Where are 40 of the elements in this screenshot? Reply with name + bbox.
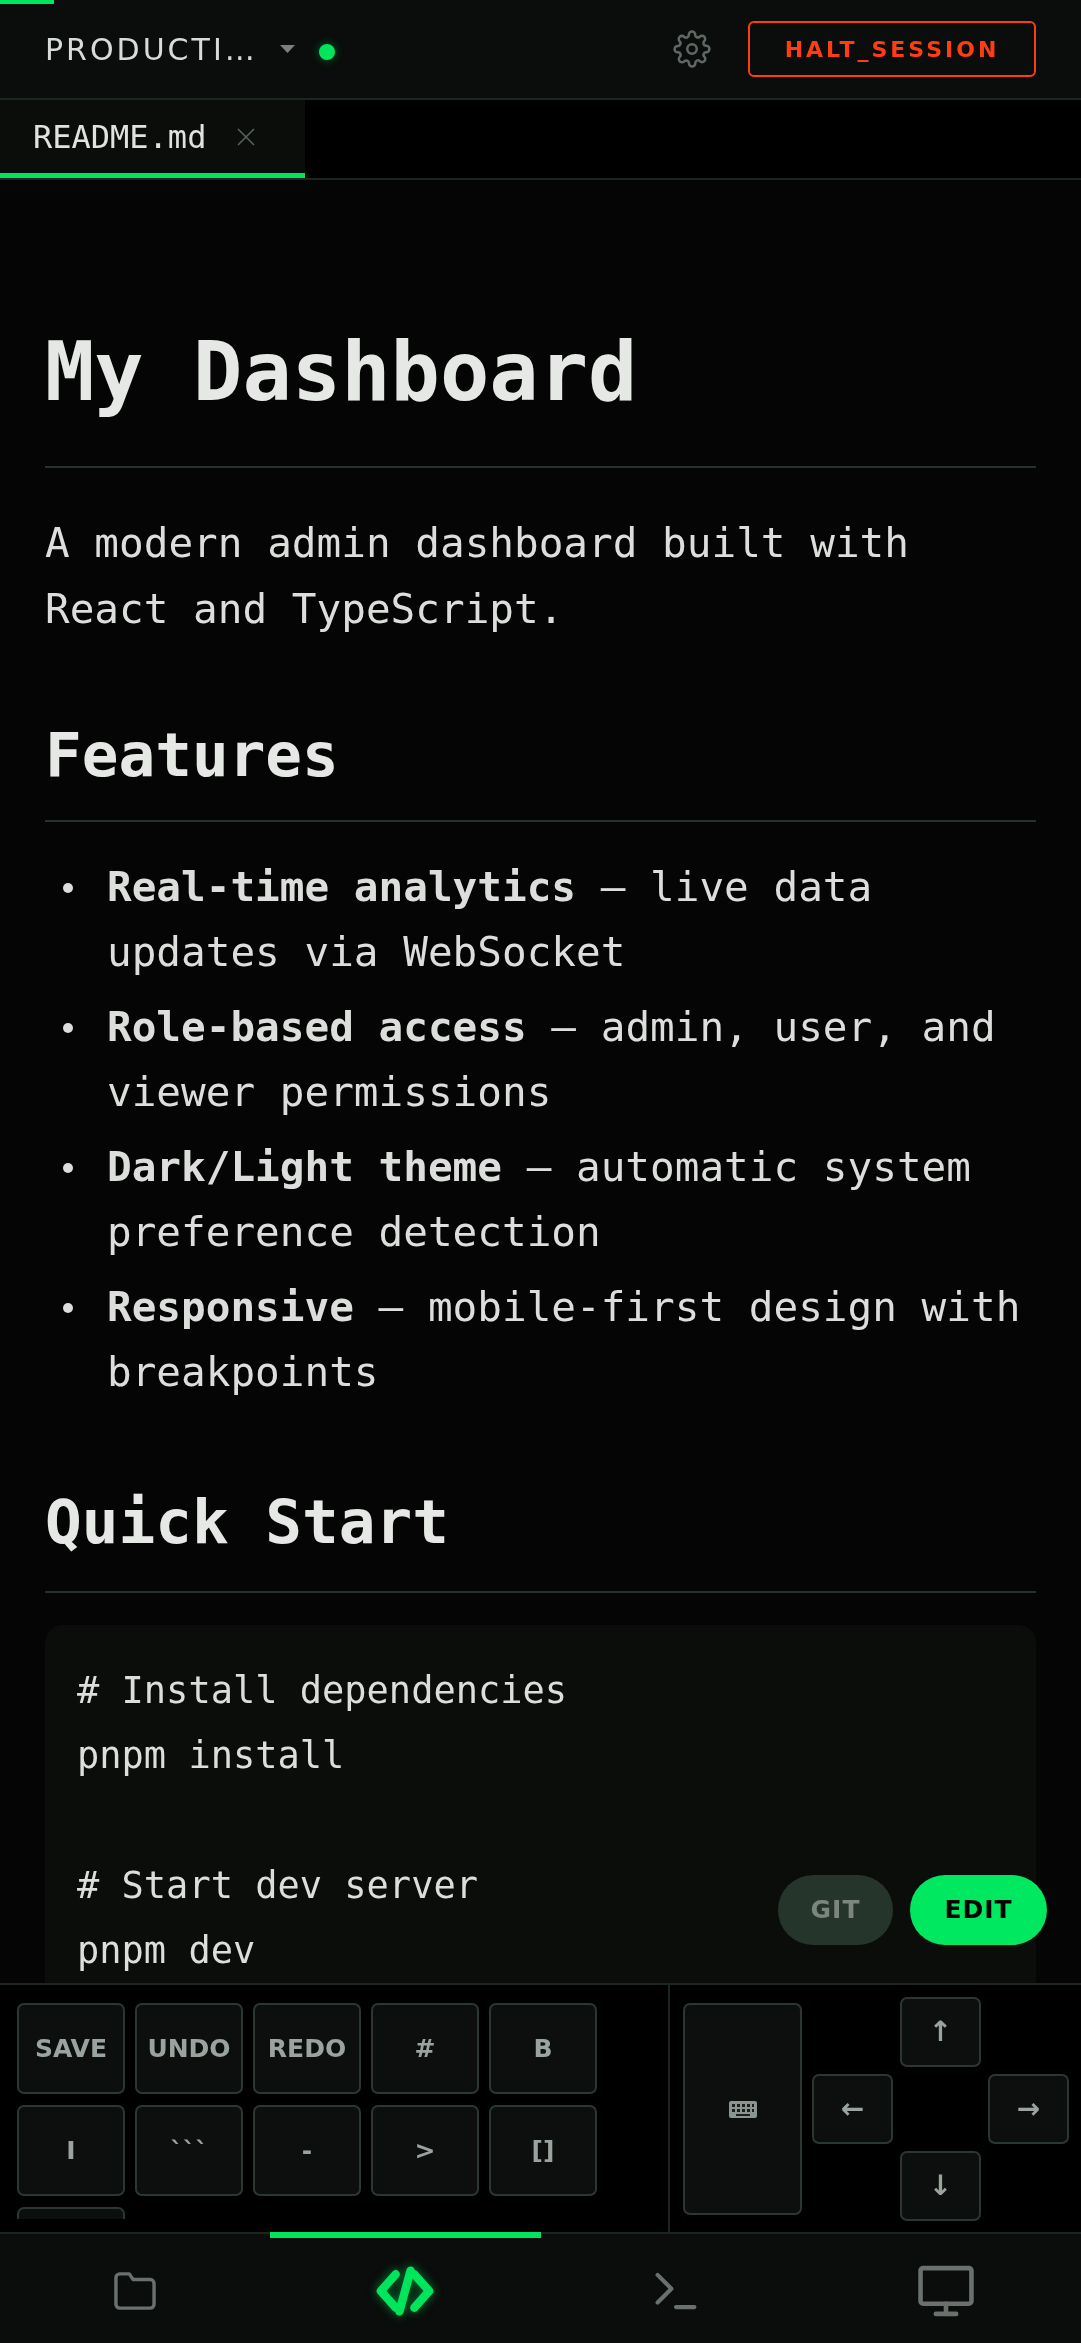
document-title: My Dashboard bbox=[45, 323, 638, 421]
toolbar-key[interactable]: # bbox=[371, 2003, 479, 2094]
toolbar-key[interactable]: REDO bbox=[253, 2003, 361, 2094]
arrow-key[interactable]: ↑ bbox=[900, 1997, 981, 2067]
code-line: pnpm install bbox=[77, 1734, 345, 1777]
intro-paragraph: A modern admin dashboard built with React and TypeScript. bbox=[45, 518, 910, 635]
toolbar-key[interactable]: I bbox=[17, 2105, 125, 2196]
mode-button[interactable]: EDIT bbox=[910, 1875, 1047, 1945]
toolbar-key[interactable]: B bbox=[489, 2003, 597, 2094]
toolbar-key[interactable]: - bbox=[253, 2105, 361, 2196]
code-line: pnpm dev bbox=[77, 1929, 256, 1972]
toolbar-key[interactable]: UNDO bbox=[135, 2003, 243, 2094]
code-line: # Start dev server bbox=[77, 1864, 478, 1907]
halt-session-button[interactable]: HALT_SESSION bbox=[748, 21, 1036, 77]
list-item: Dark/Light theme — automatic system preference detection bbox=[107, 1142, 972, 1258]
arrow-key[interactable]: ↓ bbox=[900, 2151, 981, 2221]
toolbar-key[interactable]: [] bbox=[489, 2105, 597, 2196]
toolbar-key[interactable]: SAVE bbox=[17, 2003, 125, 2094]
toolbar-key[interactable]: > bbox=[371, 2105, 479, 2196]
list-item: Real-time analytics — live data updates via WebSocket bbox=[107, 862, 874, 978]
caret-icon bbox=[279, 45, 295, 53]
code-line: # Install dependencies bbox=[77, 1669, 568, 1712]
monitor-icon bbox=[917, 2264, 974, 2317]
arrow-key[interactable]: → bbox=[988, 2074, 1069, 2144]
keyboard-icon bbox=[727, 2099, 758, 2119]
bullet-icon bbox=[63, 1162, 73, 1173]
section-heading: Quick Start bbox=[45, 1485, 449, 1558]
bullet-icon bbox=[63, 1022, 73, 1033]
settings-icon[interactable] bbox=[673, 30, 711, 68]
list-item: Responsive — mobile-first design with breakpoints bbox=[107, 1282, 1022, 1398]
list-item: Role-based access — admin, user, and viewer permissions bbox=[107, 1002, 997, 1118]
arrow-key[interactable]: ← bbox=[812, 2074, 893, 2144]
session-dropdown[interactable]: PRODUCTI… bbox=[45, 26, 295, 72]
code-icon bbox=[375, 2264, 436, 2317]
section-heading: Features bbox=[45, 718, 339, 791]
toolbar-key[interactable]: ``` bbox=[135, 2105, 243, 2196]
bullet-icon bbox=[63, 882, 73, 893]
close-icon[interactable] bbox=[236, 126, 257, 147]
bullet-icon bbox=[63, 1302, 73, 1313]
file-tab[interactable]: README.md bbox=[0, 100, 305, 178]
